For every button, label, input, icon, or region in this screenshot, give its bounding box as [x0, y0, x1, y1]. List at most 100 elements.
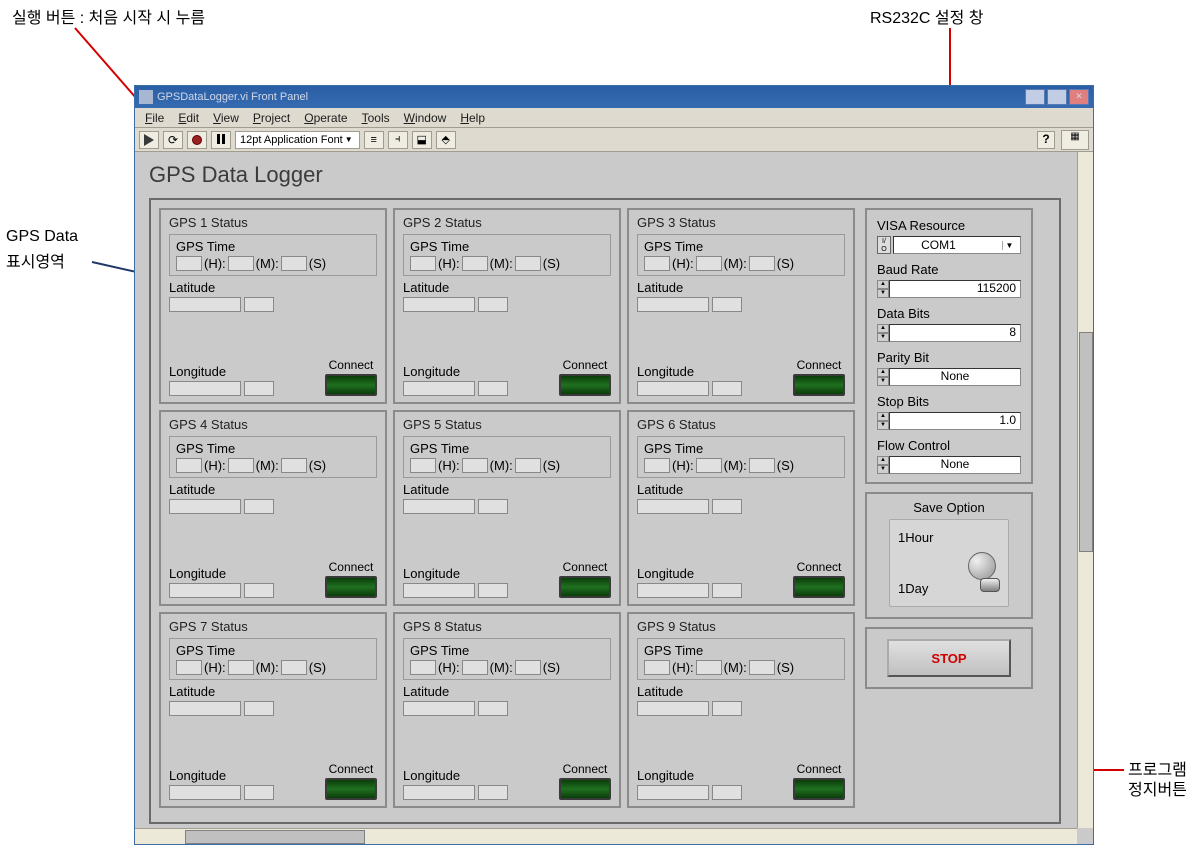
gps-m-field[interactable] [228, 458, 254, 473]
latitude-field[interactable] [637, 701, 709, 716]
gps-h-field[interactable] [410, 660, 436, 675]
scrollbar-horizontal[interactable] [135, 828, 1077, 844]
longitude-sub-field[interactable] [712, 381, 742, 396]
stopbits-input[interactable]: 1.0 [889, 412, 1021, 430]
latitude-field[interactable] [637, 499, 709, 514]
longitude-field[interactable] [637, 583, 709, 598]
save-toggle[interactable]: 1Hour 1Day [889, 519, 1009, 607]
scroll-thumb-h[interactable] [185, 830, 365, 844]
gps-h-field[interactable] [644, 660, 670, 675]
gps-m-field[interactable] [696, 256, 722, 271]
vi-icon[interactable]: ▦ [1061, 130, 1089, 150]
flow-input[interactable]: None [889, 456, 1021, 474]
longitude-field[interactable] [637, 785, 709, 800]
latitude-sub-field[interactable] [712, 499, 742, 514]
run-button[interactable] [139, 131, 159, 149]
flow-spinner[interactable]: ▲▼ [877, 456, 889, 474]
scroll-thumb-v[interactable] [1079, 332, 1093, 552]
gps-m-field[interactable] [696, 458, 722, 473]
gps-m-field[interactable] [228, 660, 254, 675]
latitude-sub-field[interactable] [478, 297, 508, 312]
gps-s-field[interactable] [281, 458, 307, 473]
latitude-sub-field[interactable] [478, 499, 508, 514]
longitude-field[interactable] [403, 381, 475, 396]
databits-spinner[interactable]: ▲▼ [877, 324, 889, 342]
gps-s-field[interactable] [515, 660, 541, 675]
longitude-sub-field[interactable] [244, 583, 274, 598]
baud-spinner[interactable]: ▲▼ [877, 280, 889, 298]
run-continuous-button[interactable]: ⟳ [163, 131, 183, 149]
gps-m-field[interactable] [462, 256, 488, 271]
parity-input[interactable]: None [889, 368, 1021, 386]
gps-h-field[interactable] [176, 660, 202, 675]
longitude-sub-field[interactable] [478, 381, 508, 396]
pause-button[interactable] [211, 131, 231, 149]
gps-s-field[interactable] [515, 458, 541, 473]
longitude-sub-field[interactable] [712, 785, 742, 800]
longitude-sub-field[interactable] [478, 583, 508, 598]
gps-h-field[interactable] [644, 458, 670, 473]
scrollbar-vertical[interactable] [1077, 152, 1093, 828]
gps-s-field[interactable] [281, 256, 307, 271]
longitude-field[interactable] [403, 785, 475, 800]
menu-help[interactable]: Help [454, 109, 491, 127]
gps-m-field[interactable] [462, 458, 488, 473]
distribute-button[interactable]: ⫞ [388, 131, 408, 149]
gps-h-field[interactable] [176, 256, 202, 271]
latitude-field[interactable] [169, 297, 241, 312]
font-selector[interactable]: 12pt Application Font ▼ [235, 131, 360, 149]
longitude-sub-field[interactable] [712, 583, 742, 598]
latitude-sub-field[interactable] [478, 701, 508, 716]
gps-s-field[interactable] [749, 660, 775, 675]
menu-file[interactable]: File [139, 109, 170, 127]
longitude-sub-field[interactable] [244, 785, 274, 800]
latitude-field[interactable] [403, 297, 475, 312]
align-button[interactable]: ≡ [364, 131, 384, 149]
latitude-field[interactable] [169, 701, 241, 716]
longitude-field[interactable] [169, 785, 241, 800]
latitude-sub-field[interactable] [244, 297, 274, 312]
menu-project[interactable]: Project [247, 109, 296, 127]
stopbits-spinner[interactable]: ▲▼ [877, 412, 889, 430]
longitude-field[interactable] [403, 583, 475, 598]
latitude-field[interactable] [403, 499, 475, 514]
reorder-button[interactable]: ⬘ [436, 131, 456, 149]
gps-m-field[interactable] [696, 660, 722, 675]
latitude-field[interactable] [169, 499, 241, 514]
menu-tools[interactable]: Tools [356, 109, 396, 127]
gps-s-field[interactable] [281, 660, 307, 675]
gps-m-field[interactable] [462, 660, 488, 675]
menu-operate[interactable]: Operate [298, 109, 353, 127]
gps-h-field[interactable] [410, 256, 436, 271]
help-button[interactable]: ? [1037, 131, 1055, 149]
parity-spinner[interactable]: ▲▼ [877, 368, 889, 386]
databits-input[interactable]: 8 [889, 324, 1021, 342]
menu-view[interactable]: View [207, 109, 245, 127]
gps-m-field[interactable] [228, 256, 254, 271]
latitude-sub-field[interactable] [712, 297, 742, 312]
gps-h-field[interactable] [644, 256, 670, 271]
longitude-field[interactable] [637, 381, 709, 396]
visa-combo[interactable]: COM1 ▼ [893, 236, 1021, 254]
latitude-field[interactable] [637, 297, 709, 312]
latitude-sub-field[interactable] [244, 701, 274, 716]
resize-button[interactable]: ⬓ [412, 131, 432, 149]
longitude-sub-field[interactable] [244, 381, 274, 396]
gps-h-field[interactable] [176, 458, 202, 473]
close-button[interactable]: ✕ [1069, 89, 1089, 105]
longitude-sub-field[interactable] [478, 785, 508, 800]
longitude-field[interactable] [169, 583, 241, 598]
minimize-button[interactable]: _ [1025, 89, 1045, 105]
gps-s-field[interactable] [749, 458, 775, 473]
menu-edit[interactable]: Edit [172, 109, 205, 127]
stop-button[interactable]: STOP [887, 639, 1011, 677]
baud-input[interactable]: 115200 [889, 280, 1021, 298]
gps-h-field[interactable] [410, 458, 436, 473]
latitude-sub-field[interactable] [712, 701, 742, 716]
maximize-button[interactable]: □ [1047, 89, 1067, 105]
gps-s-field[interactable] [515, 256, 541, 271]
abort-button[interactable] [187, 131, 207, 149]
latitude-field[interactable] [403, 701, 475, 716]
gps-s-field[interactable] [749, 256, 775, 271]
latitude-sub-field[interactable] [244, 499, 274, 514]
